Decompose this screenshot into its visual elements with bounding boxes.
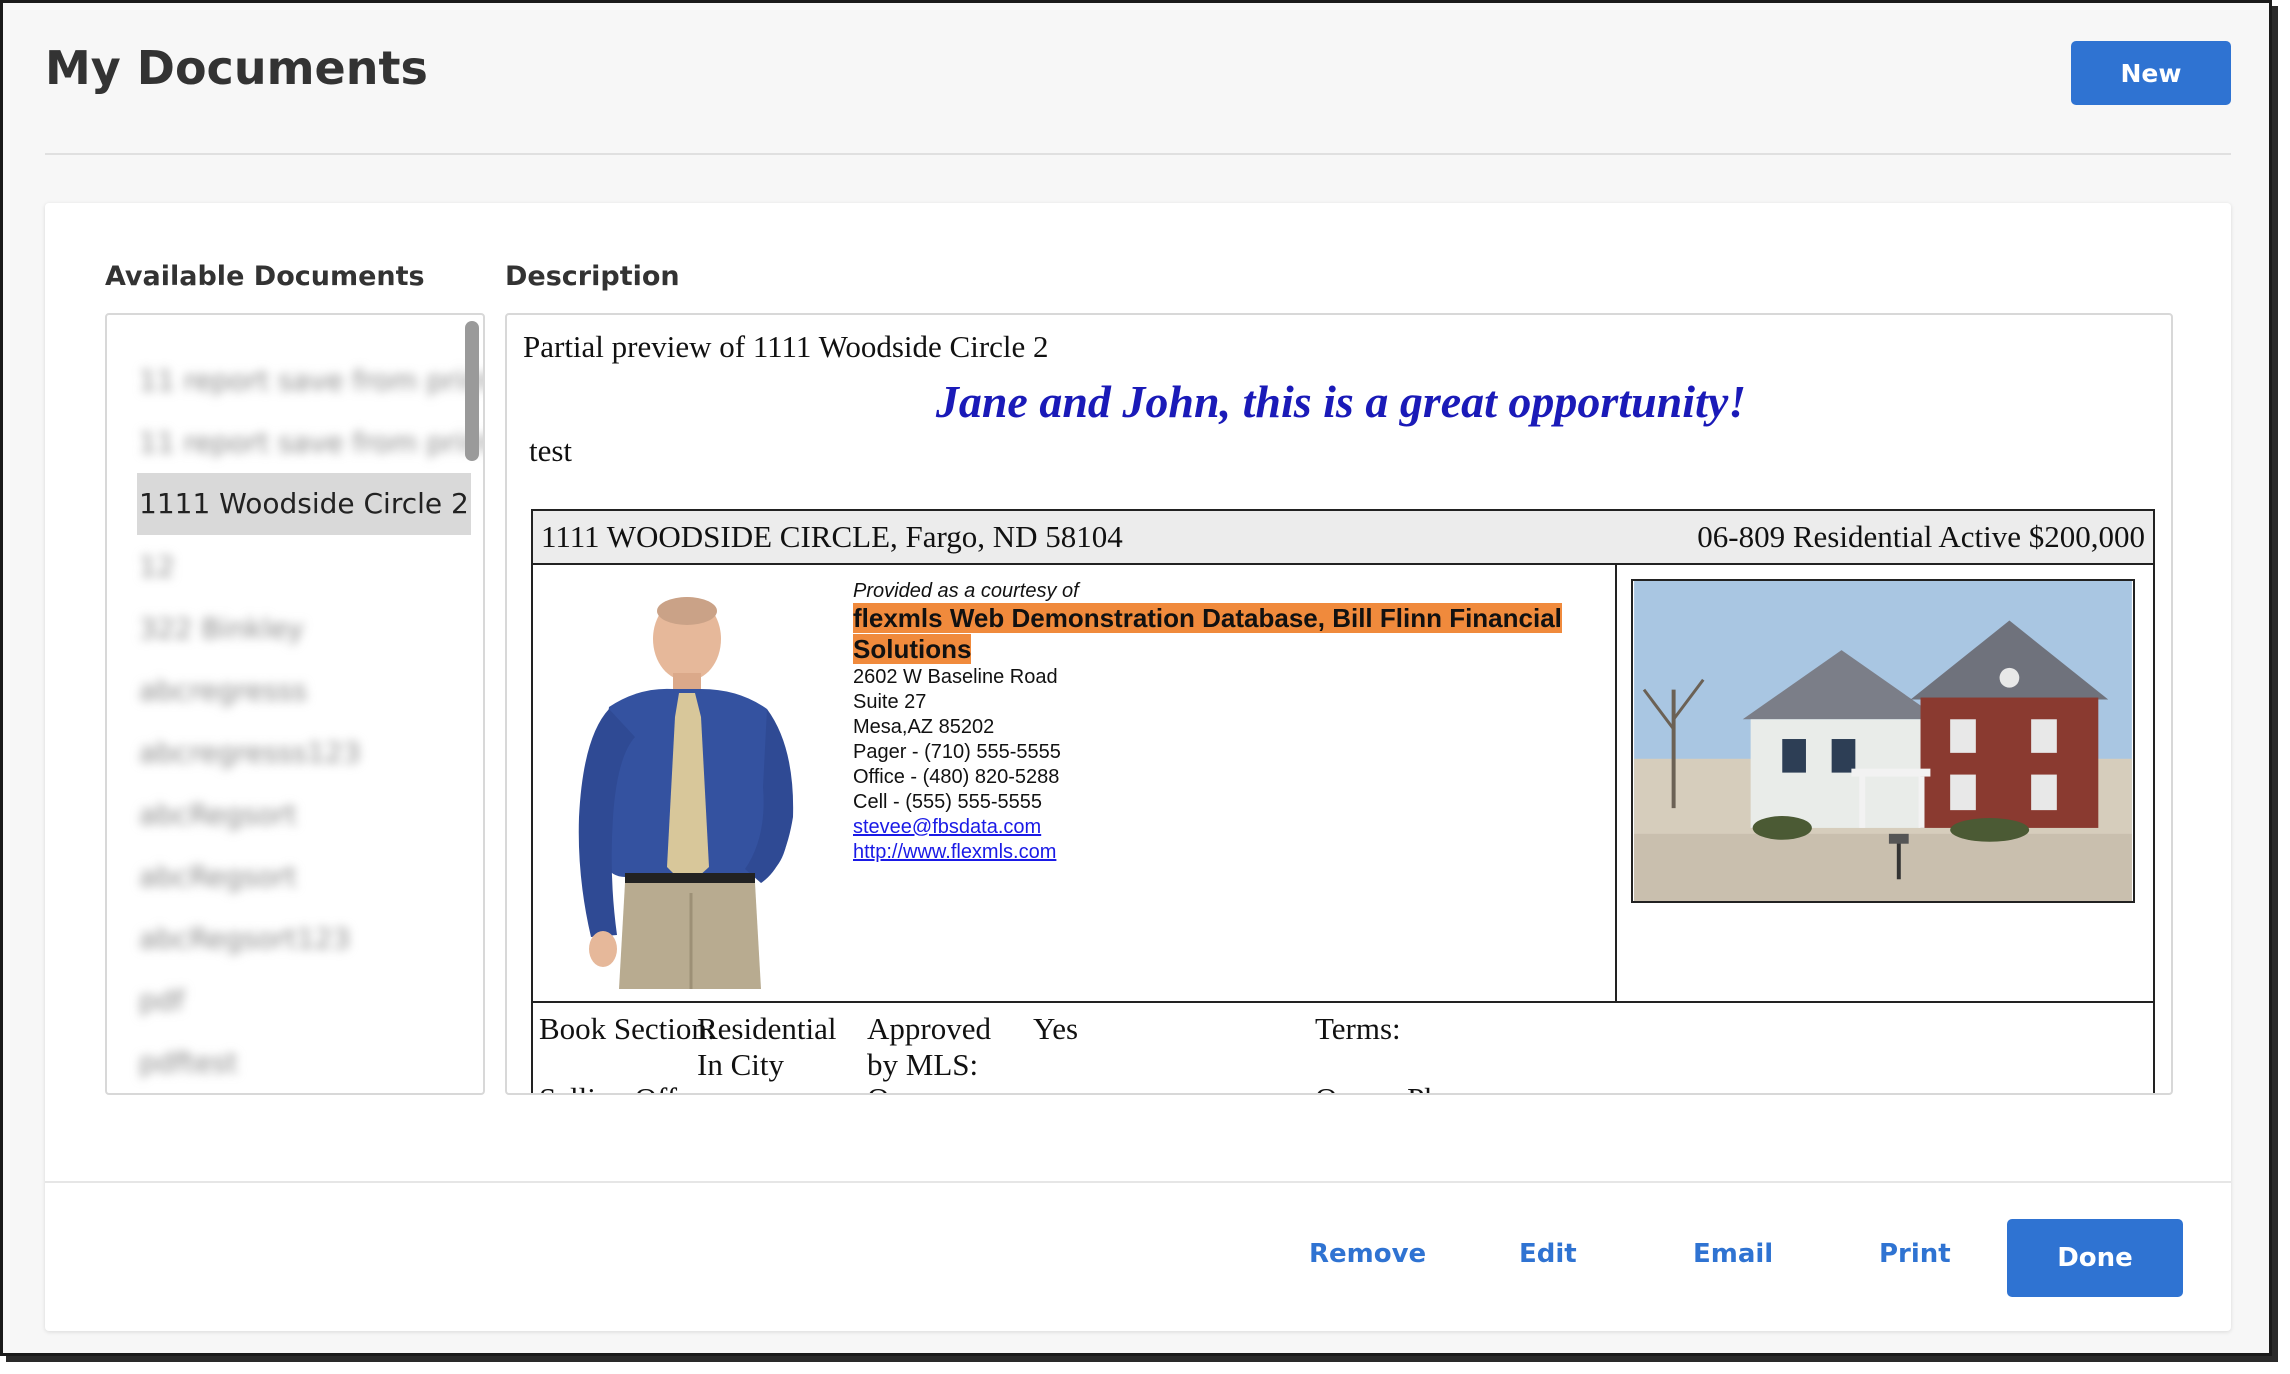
document-item[interactable]: 12: [139, 537, 175, 597]
documents-panel: Available Documents Description 11 repor…: [45, 203, 2231, 1331]
done-button[interactable]: Done: [2007, 1219, 2183, 1297]
contact-line: Suite 27: [853, 691, 927, 713]
footer-divider: [45, 1181, 2231, 1183]
book-section-value: Residential In City: [697, 1011, 837, 1082]
document-list[interactable]: 11 report save from print 11 report save…: [105, 313, 485, 1095]
preview-note: test: [529, 433, 573, 468]
book-section-label: Book Section:: [539, 1011, 716, 1046]
description-preview: Partial preview of 1111 Woodside Circle …: [505, 313, 2173, 1095]
contact-line: 2602 W Baseline Road: [853, 666, 1058, 688]
terms-label: Terms:: [1315, 1011, 1401, 1046]
email-button[interactable]: Email: [1693, 1239, 1773, 1269]
available-documents-label: Available Documents: [105, 261, 425, 292]
email-link[interactable]: stevee@fbsdata.com: [853, 815, 1593, 840]
preview-greeting: Jane and John, this is a great opportuni…: [935, 376, 1747, 427]
company-name: flexmls Web Demonstration Database, Bill…: [853, 603, 1562, 664]
document-item[interactable]: pdftest: [139, 1033, 238, 1093]
cut-off-text: Owner Ph: [1315, 1081, 1440, 1093]
document-item[interactable]: 11 report save from print: [139, 351, 483, 411]
document-item-selected[interactable]: 1111 Woodside Circle 2: [137, 473, 471, 535]
print-button[interactable]: Print: [1879, 1239, 1951, 1269]
property-photo: [1631, 579, 2135, 903]
document-item[interactable]: abcRegsort: [139, 785, 297, 845]
edit-button[interactable]: Edit: [1519, 1239, 1577, 1269]
contact-line: Mesa,AZ 85202: [853, 716, 995, 738]
agent-photo: [539, 577, 839, 989]
listing-card: 1111 WOODSIDE CIRCLE, Fargo, ND 58104 06…: [531, 509, 2155, 1093]
contact-line: Cell - (555) 555-5555: [853, 791, 1042, 813]
document-list-scrollbar[interactable]: [465, 321, 479, 461]
document-item[interactable]: abcregresss: [139, 661, 307, 721]
agent-cell: Provided as a courtesy of flexmls Web De…: [533, 565, 1617, 1001]
description-label: Description: [505, 261, 680, 292]
contact-line: Pager - (710) 555-5555: [853, 741, 1061, 763]
document-item[interactable]: abcRegsort: [139, 847, 297, 907]
approved-label: Approved by MLS:: [867, 1011, 991, 1082]
documents-window: My Documents New Available Documents Des…: [0, 0, 2272, 1356]
preview-title: Partial preview of 1111 Woodside Circle …: [523, 329, 1049, 364]
listing-header: 1111 WOODSIDE CIRCLE, Fargo, ND 58104 06…: [533, 511, 2153, 565]
cut-off-text: Selling Off: [539, 1081, 677, 1093]
new-button[interactable]: New: [2071, 41, 2231, 105]
agent-contact: Provided as a courtesy of flexmls Web De…: [853, 579, 1593, 865]
page-title: My Documents: [45, 41, 428, 95]
document-item[interactable]: 322 Binkley: [139, 599, 304, 659]
listing-row-divider: [533, 1001, 2153, 1003]
remove-button[interactable]: Remove: [1309, 1239, 1426, 1269]
document-item[interactable]: abcregresss123: [139, 723, 361, 783]
listing-status: 06-809 Residential Active $200,000: [1697, 519, 2145, 554]
property-photo-cell: [1617, 565, 2153, 1001]
document-item[interactable]: abcRegsort123: [139, 909, 350, 969]
document-item[interactable]: 11 report save from print: [139, 413, 483, 473]
document-item[interactable]: pdf: [139, 971, 184, 1031]
cut-off-text: O: [867, 1081, 889, 1093]
contact-line: Office - (480) 820-5288: [853, 766, 1060, 788]
approved-value: Yes: [1033, 1011, 1079, 1046]
courtesy-text: Provided as a courtesy of: [853, 580, 1079, 602]
website-link[interactable]: http://www.flexmls.com: [853, 840, 1593, 865]
listing-address: 1111 WOODSIDE CIRCLE, Fargo, ND 58104: [541, 519, 1123, 554]
header-divider: [45, 153, 2231, 155]
